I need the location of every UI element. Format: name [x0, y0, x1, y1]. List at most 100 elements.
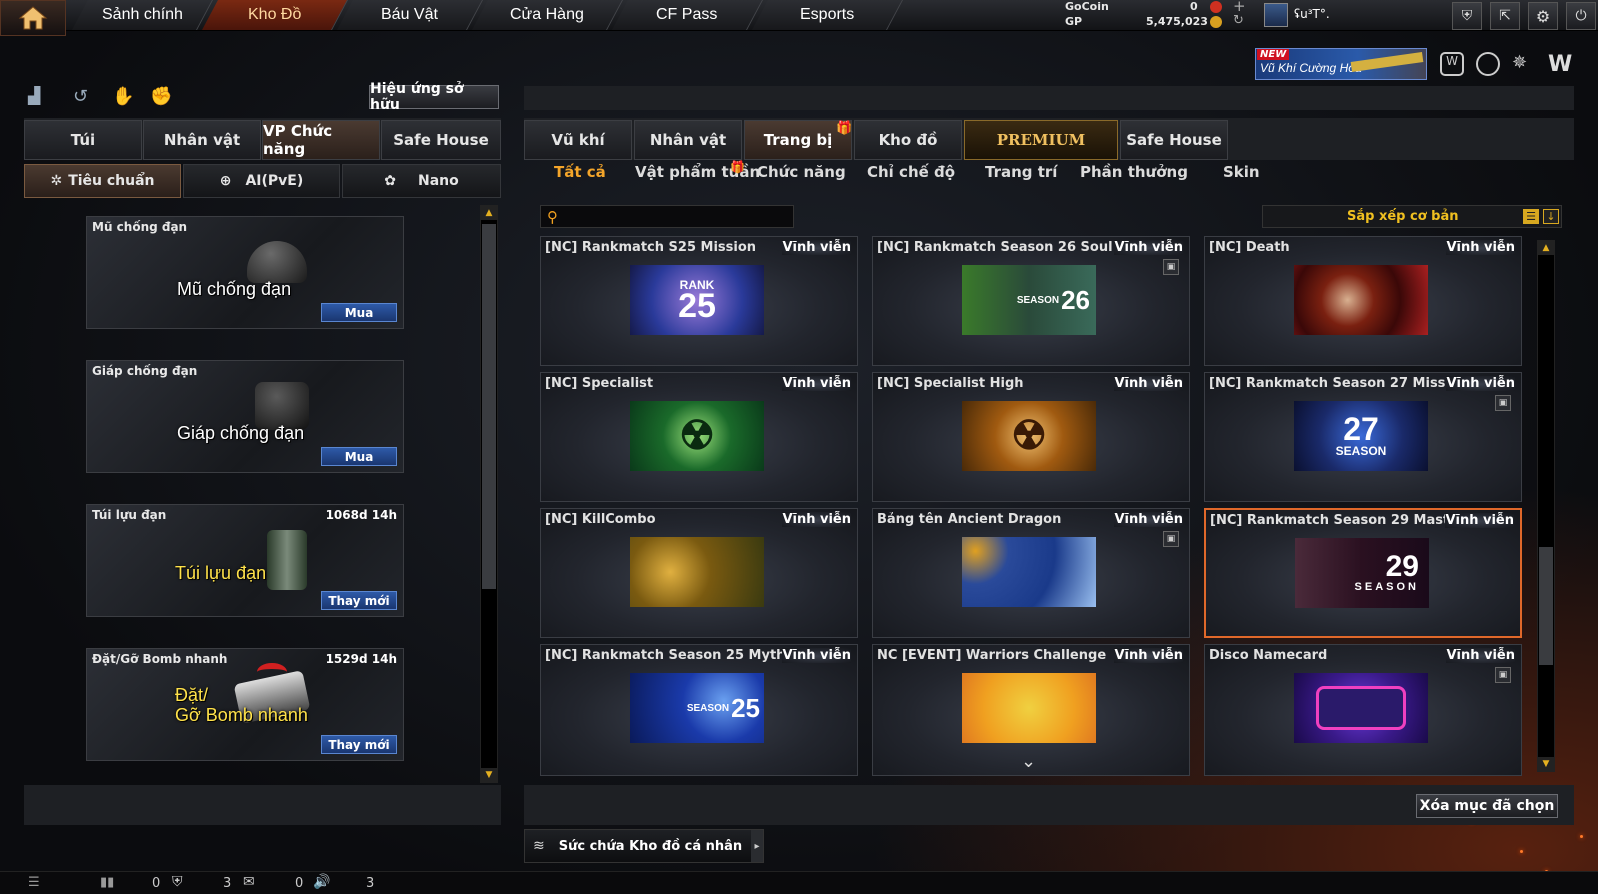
category-function[interactable]: Chức năng: [757, 163, 846, 187]
left-scrollbar[interactable]: ▲ ▼: [480, 205, 498, 783]
item-name: [NC] Specialist High: [877, 376, 1024, 391]
radiation-icon: ☢: [679, 414, 715, 458]
tab-safe-house-right[interactable]: Safe House: [1120, 120, 1228, 160]
home-button[interactable]: [0, 0, 66, 36]
equipment-card-helmet[interactable]: Mũ chống đạn Mũ chống đạn Mua: [86, 216, 404, 329]
nav-tab-treasure[interactable]: Báu Vật: [337, 0, 483, 30]
sort-dropdown[interactable]: Sắp xếp cơ bản ☰ ↓: [1262, 205, 1562, 228]
search-box[interactable]: ⚲: [540, 205, 794, 228]
chat-icon[interactable]: ✉: [243, 874, 255, 890]
item-name: [NC] KillCombo: [545, 512, 656, 527]
chevron-down-icon[interactable]: ⌄: [1021, 751, 1036, 772]
badge-icon-1[interactable]: W: [1440, 52, 1464, 76]
item-duration: Vĩnh viễn: [782, 648, 851, 663]
tab-characters[interactable]: Nhân vật: [634, 120, 742, 160]
tab-weapons[interactable]: Vũ khí: [524, 120, 632, 160]
settings-button[interactable]: ⚙: [1528, 2, 1558, 30]
buy-button[interactable]: Mua: [321, 447, 397, 466]
ai-icon: ⊕: [219, 173, 232, 189]
subtab-standard-label: Tiêu chuẩn: [68, 173, 155, 189]
speaker-count: 3: [366, 876, 375, 891]
delete-selected-button[interactable]: Xóa mục đã chọn: [1416, 794, 1558, 818]
exit-room-button[interactable]: ⇱: [1490, 2, 1520, 30]
glove-icon[interactable]: ✊: [150, 86, 172, 108]
inventory-item[interactable]: [NC] Rankmatch S25 Mission Vĩnh viễn RAN…: [540, 236, 858, 366]
inventory-item[interactable]: [NC] Specialist High Vĩnh viễn ☢: [872, 372, 1190, 502]
search-input[interactable]: [562, 209, 793, 224]
subtab-ai-pve[interactable]: ⊕ AI(PvE): [183, 164, 340, 198]
nav-tab-cfpass[interactable]: CF Pass: [612, 0, 763, 30]
w-logo-icon[interactable]: W: [1548, 52, 1574, 77]
globe-icon[interactable]: [1476, 52, 1500, 76]
history-icon[interactable]: ↺: [73, 86, 95, 108]
tab-safe-house[interactable]: Safe House: [381, 120, 501, 160]
renew-button[interactable]: Thay mới: [321, 591, 397, 610]
chevron-right-icon[interactable]: ▸: [751, 830, 763, 862]
speaker-icon[interactable]: 🔊: [313, 874, 330, 890]
card-name: Mũ chống đạn: [92, 220, 188, 234]
subtab-standard[interactable]: ✲ Tiêu chuẩn: [24, 164, 181, 198]
category-decoration[interactable]: Trang trí: [985, 163, 1057, 187]
category-all[interactable]: Tất cả: [554, 163, 606, 187]
category-rewards[interactable]: Phần thưởng: [1080, 163, 1188, 187]
list-icon[interactable]: ☰: [1523, 209, 1539, 224]
menu-icon[interactable]: ☰: [28, 875, 40, 890]
item-name: [NC] Rankmatch S25 Mission: [545, 240, 757, 255]
inventory-item[interactable]: NC [EVENT] Warriors Challenge Vĩnh viễn …: [872, 644, 1190, 776]
grenade-bag-icon: [257, 525, 317, 595]
gift-icon: 🎁: [836, 121, 853, 136]
nav-tab-shop[interactable]: Cửa Hàng: [472, 0, 623, 30]
nav-tab-lobby[interactable]: Sảnh chính: [72, 0, 213, 30]
inventory-item[interactable]: [NC] Death Vĩnh viễn: [1204, 236, 1522, 366]
scroll-up-arrow[interactable]: ▲: [481, 206, 497, 220]
item-name: [NC] Rankmatch Season 29 Master: [1210, 513, 1450, 528]
stats-icon[interactable]: ▟: [28, 86, 50, 108]
tab-bag[interactable]: Túi: [24, 120, 142, 160]
item-image: [962, 537, 1096, 607]
tab-storage[interactable]: Kho đồ: [854, 120, 962, 160]
item-image: SEASON 25: [630, 673, 764, 743]
inventory-item[interactable]: [NC] Rankmatch Season 26 Soul of C Vĩnh …: [872, 236, 1190, 366]
tab-character[interactable]: Nhân vật: [143, 120, 261, 160]
equipment-card-grenade-bag[interactable]: Túi lựu đạn 1068d 14h Túi lựu đạn Thay m…: [86, 504, 404, 617]
equipment-card-bomb-defuse[interactable]: Đặt/Gỡ Bomb nhanh 1529d 14h Đặt/ Gỡ Bomb…: [86, 648, 404, 761]
card-name: Túi lựu đạn: [92, 508, 167, 522]
weapon-upgrade-banner[interactable]: NEW Vũ Khí Cường Hóa: [1255, 48, 1427, 80]
scroll-thumb[interactable]: [1539, 547, 1553, 665]
clan-shield-button[interactable]: ⛨: [1452, 2, 1482, 30]
item-duration: Vĩnh viễn: [1446, 376, 1515, 391]
scroll-thumb[interactable]: [482, 224, 496, 589]
inventory-item[interactable]: [NC] KillCombo Vĩnh viễn: [540, 508, 858, 638]
power-button[interactable]: ⏻: [1566, 2, 1596, 30]
inventory-item[interactable]: [NC] Specialist Vĩnh viễn ☢: [540, 372, 858, 502]
nav-tab-esports[interactable]: Esports: [752, 0, 903, 30]
exit-icon: ⇱: [1499, 8, 1511, 24]
inventory-item[interactable]: Bảng tên Ancient Dragon Vĩnh viễn ▣: [872, 508, 1190, 638]
subtab-nano[interactable]: ✿ Nano: [342, 164, 501, 198]
scroll-down-arrow[interactable]: ▼: [481, 768, 497, 782]
owned-effects-button[interactable]: Hiệu ứng sở hữu: [369, 81, 499, 113]
buy-button[interactable]: Mua: [321, 303, 397, 322]
inventory-item[interactable]: [NC] Rankmatch Season 25 Mythical Vĩnh v…: [540, 644, 858, 776]
emblem-icon[interactable]: ✵: [1512, 52, 1536, 76]
scroll-down-arrow[interactable]: ▼: [1538, 757, 1554, 771]
inventory-item[interactable]: [NC] Rankmatch Season 27 Mission Vĩnh vi…: [1204, 372, 1522, 502]
category-skin[interactable]: Skin: [1223, 163, 1260, 187]
scroll-up-arrow[interactable]: ▲: [1538, 241, 1554, 255]
inventory-item-selected[interactable]: [NC] Rankmatch Season 29 Master Vĩnh viễ…: [1204, 508, 1522, 638]
tab-function-items[interactable]: VP Chức năng: [262, 120, 380, 160]
nav-tab-inventory[interactable]: Kho Đồ: [202, 0, 348, 30]
character-icon[interactable]: ✋: [112, 86, 134, 108]
equipment-card-armor[interactable]: Giáp chống đạn Giáp chống đạn Mua: [86, 360, 404, 473]
renew-button[interactable]: Thay mới: [321, 735, 397, 754]
refresh-icon[interactable]: ↻: [1233, 13, 1244, 28]
category-mode-only[interactable]: Chỉ chế độ: [867, 163, 955, 187]
inventory-item[interactable]: Disco Namecard Vĩnh viễn ▣: [1204, 644, 1522, 776]
card-big-text: Mũ chống đạn: [177, 279, 292, 299]
storage-capacity-bar[interactable]: ≋ Sức chứa Kho đồ cá nhân ▸: [524, 829, 764, 863]
banner-text: Vũ Khí Cường Hóa: [1260, 61, 1362, 75]
tab-premium[interactable]: PREMIUM: [964, 120, 1118, 160]
sort-arrow-icon[interactable]: ↓: [1543, 209, 1559, 224]
right-scrollbar[interactable]: ▲ ▼: [1537, 240, 1555, 772]
lock-icon: ▣: [1495, 667, 1511, 683]
